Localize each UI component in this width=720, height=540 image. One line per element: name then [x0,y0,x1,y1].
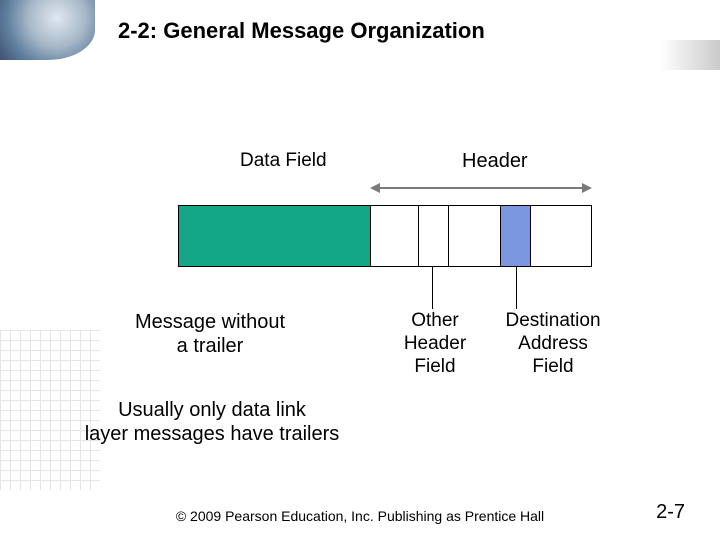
label-usually-note: Usually only data linklayer messages hav… [82,398,342,446]
side-shadow-art [660,40,720,70]
segment-header-3 [449,206,501,266]
slide-title: 2-2: General Message Organization [118,18,485,44]
segment-header-1 [371,206,419,266]
page-number: 2-7 [656,501,685,524]
label-other-header-field: OtherHeaderField [380,310,490,378]
label-destination-address-field: DestinationAddressField [488,310,618,378]
message-block-diagram [178,205,592,267]
segment-data-field [179,206,371,266]
label-message-without-trailer: Message withouta trailer [120,310,300,358]
globe-corner-art [0,0,95,60]
footer-copyright: © 2009 Pearson Education, Inc. Publishin… [0,508,720,524]
label-header: Header [462,150,528,173]
label-data-field: Data Field [240,150,327,172]
header-extent-arrow [372,187,590,189]
segment-destination-address [501,206,531,266]
callout-line-dest [516,267,517,309]
callout-line-other [432,267,433,309]
segment-header-2 [419,206,449,266]
segment-header-4 [531,206,591,266]
